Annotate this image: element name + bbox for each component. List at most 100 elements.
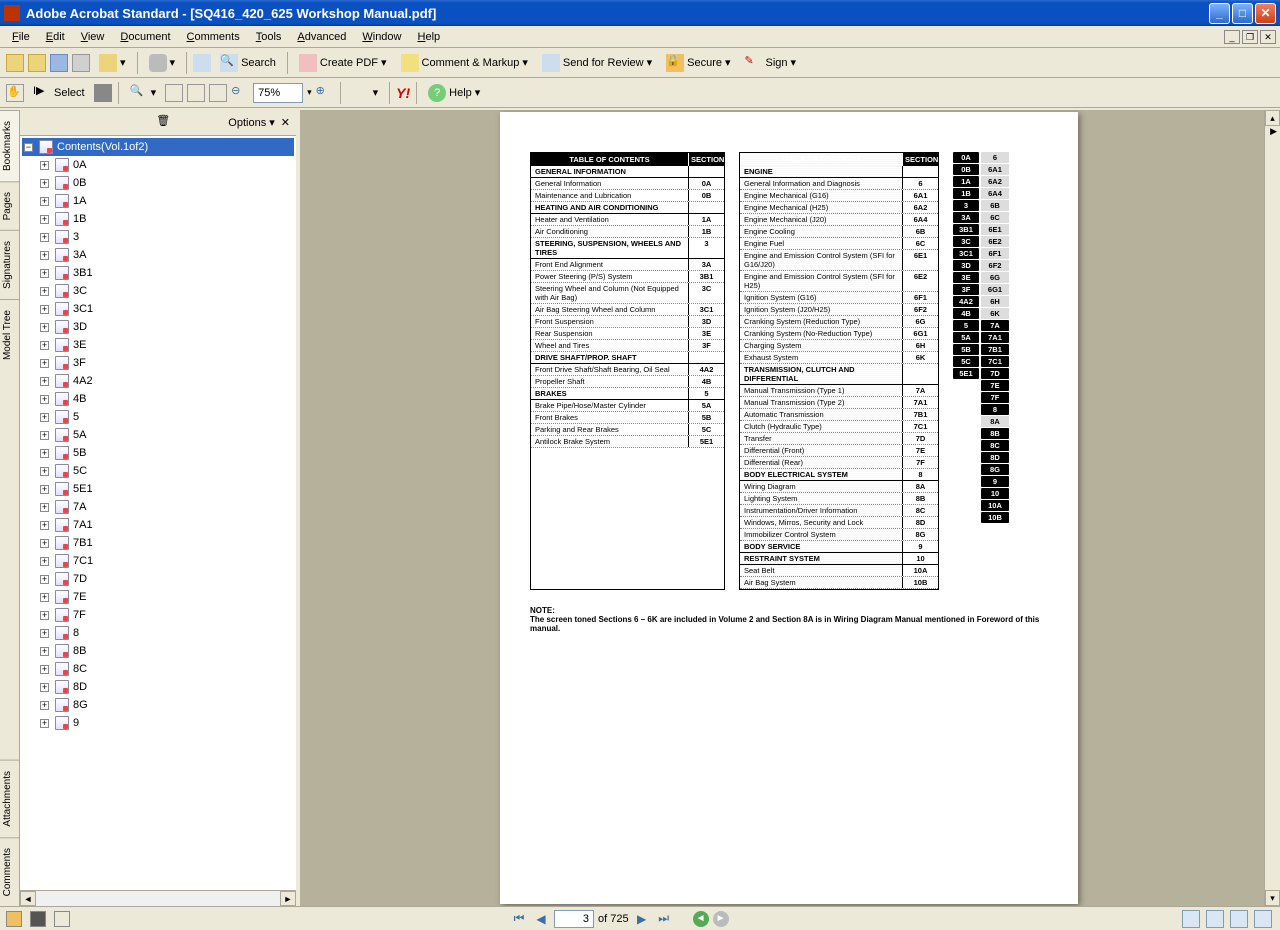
single-page-view[interactable] [1182, 910, 1200, 928]
menu-tools[interactable]: Tools [248, 29, 290, 45]
attach-button[interactable]: ▾ [144, 51, 181, 75]
comment-markup-button[interactable]: Comment & Markup ▾ [396, 51, 533, 75]
organizer-button[interactable]: ▾ [94, 51, 131, 75]
bookmark-item[interactable]: +3E [22, 336, 294, 354]
menu-comments[interactable]: Comments [179, 29, 248, 45]
fit-page-icon[interactable] [165, 84, 183, 102]
options-menu[interactable]: Options ▾ [228, 116, 275, 129]
tab-signatures[interactable]: Signatures [0, 230, 19, 299]
status-icon-3[interactable] [54, 911, 70, 927]
expand-bookmark-icon[interactable] [204, 114, 222, 132]
bookmark-item[interactable]: +4B [22, 390, 294, 408]
first-page-button[interactable]: ⏮ [510, 910, 528, 928]
menu-edit[interactable]: Edit [38, 29, 73, 45]
bookmark-item[interactable]: +5C [22, 462, 294, 480]
bookmarks-tree[interactable]: −Contents(Vol.1of2)+0A+0B+1A+1B+3+3A+3B1… [20, 136, 296, 890]
sign-button[interactable]: ✎Sign ▾ [740, 51, 802, 75]
bookmark-item[interactable]: +8C [22, 660, 294, 678]
nav-back-button[interactable]: ◄ [693, 911, 709, 927]
menu-view[interactable]: View [73, 29, 113, 45]
bookmark-item[interactable]: +9 [22, 714, 294, 732]
bookmark-item[interactable]: +8D [22, 678, 294, 696]
zoom-in-icon[interactable]: ⊕ [316, 84, 334, 102]
close-button[interactable]: ✕ [1255, 3, 1276, 24]
bookmark-item[interactable]: +3F [22, 354, 294, 372]
maximize-button[interactable]: □ [1232, 3, 1253, 24]
bookmark-item[interactable]: +7A [22, 498, 294, 516]
fit-visible-icon[interactable] [209, 84, 227, 102]
doc-minimize-button[interactable]: _ [1224, 30, 1240, 44]
menu-file[interactable]: File [4, 29, 38, 45]
open-icon[interactable] [6, 54, 24, 72]
bookmark-item[interactable]: +4A2 [22, 372, 294, 390]
bookmark-item[interactable]: +5E1 [22, 480, 294, 498]
bookmark-root[interactable]: −Contents(Vol.1of2) [22, 138, 294, 156]
fit-width-icon[interactable] [187, 84, 205, 102]
document-area[interactable]: TABLE OF CONTENTSSECTION GENERAL INFORMA… [300, 110, 1280, 906]
search-button[interactable]: 🔍Search [215, 51, 281, 75]
menu-window[interactable]: Window [354, 29, 409, 45]
tab-bookmarks[interactable]: Bookmarks [0, 110, 19, 181]
print-icon[interactable] [72, 54, 90, 72]
create-pdf-button[interactable]: Create PDF ▾ [294, 51, 392, 75]
tab-comments[interactable]: Comments [0, 837, 19, 906]
send-review-button[interactable]: Send for Review ▾ [537, 51, 657, 75]
nav-fwd-button[interactable]: ► [713, 911, 729, 927]
bookmark-item[interactable]: +3B1 [22, 264, 294, 282]
hand-tool-icon[interactable]: ✋ [6, 84, 24, 102]
bookmark-item[interactable]: +7B1 [22, 534, 294, 552]
select-tool-button[interactable]: I▶Select [28, 81, 90, 105]
bookmark-item[interactable]: +8G [22, 696, 294, 714]
bookmark-item[interactable]: +7E [22, 588, 294, 606]
bookmark-item[interactable]: +3 [22, 228, 294, 246]
zoom-input[interactable] [253, 83, 303, 103]
status-icon-2[interactable] [30, 911, 46, 927]
bookmark-item[interactable]: +5A [22, 426, 294, 444]
title-bar[interactable]: Adobe Acrobat Standard - [SQ416_420_625 … [0, 0, 1280, 26]
rotate-button[interactable]: ▾ [347, 81, 384, 105]
bookmark-item[interactable]: +7A1 [22, 516, 294, 534]
page-number-input[interactable] [554, 910, 594, 928]
bookmark-item[interactable]: +0A [22, 156, 294, 174]
document-v-scrollbar[interactable]: ▴ ▶ ▾ [1264, 110, 1280, 906]
snapshot-icon[interactable] [94, 84, 112, 102]
doc-restore-button[interactable]: ❐ [1242, 30, 1258, 44]
bookmark-item[interactable]: +3D [22, 318, 294, 336]
bookmark-item[interactable]: +7D [22, 570, 294, 588]
folder-icon[interactable] [28, 54, 46, 72]
tab-pages[interactable]: Pages [0, 181, 19, 230]
facing-view[interactable] [1230, 910, 1248, 928]
next-page-button[interactable]: ▶ [633, 910, 651, 928]
menu-help[interactable]: Help [410, 29, 449, 45]
minimize-button[interactable]: _ [1209, 3, 1230, 24]
bookmark-item[interactable]: +5 [22, 408, 294, 426]
bookmark-item[interactable]: +5B [22, 444, 294, 462]
tab-model-tree[interactable]: Model Tree [0, 299, 19, 370]
zoom-in-tool[interactable]: 🔍▾ [125, 81, 162, 105]
tab-attachments[interactable]: Attachments [0, 760, 19, 837]
bookmark-item[interactable]: +1B [22, 210, 294, 228]
bookmarks-h-scrollbar[interactable]: ◄► [20, 890, 296, 906]
continuous-view[interactable] [1206, 910, 1224, 928]
prev-page-button[interactable]: ◀ [532, 910, 550, 928]
last-page-button[interactable]: ⏭ [655, 910, 673, 928]
doc-close-button[interactable]: ✕ [1260, 30, 1276, 44]
close-pane-icon[interactable]: ✕ [281, 116, 290, 129]
bookmark-item[interactable]: +3C [22, 282, 294, 300]
save-icon[interactable] [50, 54, 68, 72]
bookmark-item[interactable]: +8 [22, 624, 294, 642]
bookmark-item[interactable]: +7F [22, 606, 294, 624]
bookmark-item[interactable]: +7C1 [22, 552, 294, 570]
bookmark-item[interactable]: +3C1 [22, 300, 294, 318]
menu-advanced[interactable]: Advanced [289, 29, 354, 45]
menu-document[interactable]: Document [112, 29, 178, 45]
email-icon[interactable] [193, 54, 211, 72]
bookmark-item[interactable]: +1A [22, 192, 294, 210]
yahoo-icon[interactable]: Y! [396, 85, 410, 101]
bookmark-item[interactable]: +8B [22, 642, 294, 660]
new-bookmark-icon[interactable] [180, 114, 198, 132]
zoom-out-icon[interactable]: ⊖ [231, 84, 249, 102]
status-icon-1[interactable] [6, 911, 22, 927]
help-button[interactable]: ?Help ▾ [423, 81, 485, 105]
bookmark-item[interactable]: +0B [22, 174, 294, 192]
